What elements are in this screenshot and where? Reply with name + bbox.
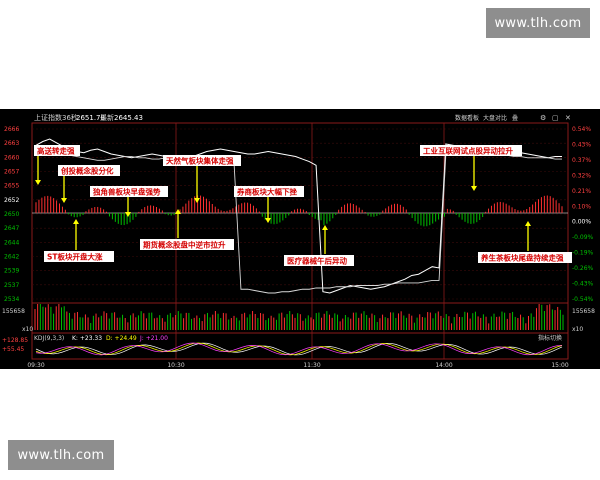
y-tick-label: 2539: [4, 268, 19, 275]
indicator-tag[interactable]: 指标切换: [538, 334, 562, 342]
y-tick-label: 2534: [4, 296, 19, 303]
annotation-arrow-head: [35, 180, 41, 185]
fullscreen-icon[interactable]: ▢: [552, 114, 559, 122]
close-icon[interactable]: ✕: [565, 114, 571, 122]
y-tick-label: 2660: [4, 154, 19, 161]
y-tick-label: 2655: [4, 183, 19, 190]
intraday-chart-panel: 上证指数 36秒 2651.78 最新 2645.43 数据看板 大盘对比 叠 …: [0, 109, 600, 369]
annotation-label: 高送转走强: [37, 146, 75, 156]
y-tick-label: -0.19%: [572, 250, 594, 257]
annotation-label: 券商板块大幅下挫: [236, 187, 297, 197]
header-right-item[interactable]: 大盘对比: [483, 114, 507, 122]
index-label: 最新: [100, 113, 114, 122]
annotation-arrow-head: [471, 186, 477, 191]
annotation-label: 医疗器械午后异动: [287, 256, 347, 266]
x-tick-label: 09:30: [27, 362, 44, 369]
header-right-item[interactable]: 叠: [512, 115, 518, 122]
y-tick-label: 0.00%: [572, 219, 591, 226]
x-tick-label: 10:30: [167, 362, 184, 369]
volume-left-label: 155658: [2, 308, 25, 315]
indicator-k: K: +23.33: [72, 335, 102, 342]
y-tick-label: 0.37%: [572, 157, 591, 164]
y-tick-label: -0.26%: [572, 265, 594, 272]
y-tick-label: 2537: [4, 282, 19, 289]
settings-icon[interactable]: ⚙: [540, 114, 546, 122]
volume-unit-right: x10: [572, 326, 583, 333]
indicator-j: J: +21.00: [139, 335, 168, 342]
annotation-label: 独角兽板块早盘强势: [93, 187, 161, 197]
watermark-bottom: www.tlh.com: [8, 440, 114, 470]
kdj-lines: [35, 342, 563, 356]
intraday-chart: 上证指数 36秒 2651.78 最新 2645.43 数据看板 大盘对比 叠 …: [2, 113, 595, 369]
annotation-label: 天然气板块集体走强: [166, 156, 234, 166]
annotation-label: ST板块开盘大涨: [47, 252, 103, 262]
kdj-line: [35, 342, 563, 356]
annotation-arrow-head: [61, 198, 67, 203]
x-tick-label: 15:00: [551, 362, 568, 369]
y-tick-label: 2663: [4, 140, 19, 147]
annotation-arrow-head: [73, 219, 79, 224]
indicator-d: D: +24.49: [106, 335, 137, 342]
y-tick-label: -0.43%: [572, 281, 594, 288]
index-value2: 2645.43: [114, 114, 143, 122]
index-name: 上证指数: [34, 113, 62, 122]
y-tick-label: 0.43%: [572, 141, 591, 148]
y-tick-label: 0.54%: [572, 126, 591, 133]
y-axis-left: 2666 2663 2660 2657 2655 2652 2650 2647 2644 2642…: [4, 126, 19, 303]
x-axis: 09:30 10:30 11:30 14:00 15:00: [27, 362, 568, 369]
annotations: 高送转走强创投概念股分化独角兽板块早盘强势 天然气板块集体走强 ST板块开盘大涨 期货…: [34, 145, 572, 266]
x-tick-label: 11:30: [303, 362, 320, 369]
y-tick-label: -0.09%: [572, 234, 594, 241]
volume-unit-left: x10: [22, 326, 33, 333]
header-right-item[interactable]: 数据看板: [455, 114, 479, 122]
y-tick-label: 2647: [4, 225, 19, 232]
annotation-label: 期货概念股盘中逆市拉升: [143, 240, 226, 250]
volume-bars: [34, 304, 564, 330]
indicator-name: KDJ(9,3,3): [34, 335, 64, 342]
annotation-arrow-head: [525, 221, 531, 226]
y-tick-label: 2652: [4, 197, 19, 204]
x-tick-label: 14:00: [435, 362, 452, 369]
y-tick-label: 0.32%: [572, 172, 591, 179]
y-tick-label: 0.10%: [572, 203, 591, 210]
y-tick-label: 2650: [4, 211, 19, 218]
annotation-label: 养生茶板块尾盘持续走强: [480, 253, 564, 263]
annotation-arrow-head: [265, 218, 271, 223]
y-tick-label: 0.21%: [572, 188, 591, 195]
y-tick-label: 2644: [4, 239, 19, 246]
annotation-label: 工业互联网试点股异动拉升: [423, 146, 513, 156]
volume-right-label: 155658: [572, 308, 595, 315]
annotation-label: 创投概念股分化: [60, 166, 114, 176]
y-tick-label: 2657: [4, 169, 19, 176]
indicator-y-label: +55.45: [2, 346, 24, 353]
indicator-y-label: +128.85: [2, 337, 28, 344]
y-tick-label: 2666: [4, 126, 19, 133]
y-tick-label: -0.54%: [572, 296, 594, 303]
y-tick-label: 2642: [4, 254, 19, 261]
annotation-arrow-head: [322, 225, 328, 230]
y-axis-right: 0.54% 0.43% 0.37% 0.32% 0.21% 0.10% 0.00% -0.09…: [572, 126, 594, 303]
watermark-top: www.tlh.com: [486, 8, 590, 38]
